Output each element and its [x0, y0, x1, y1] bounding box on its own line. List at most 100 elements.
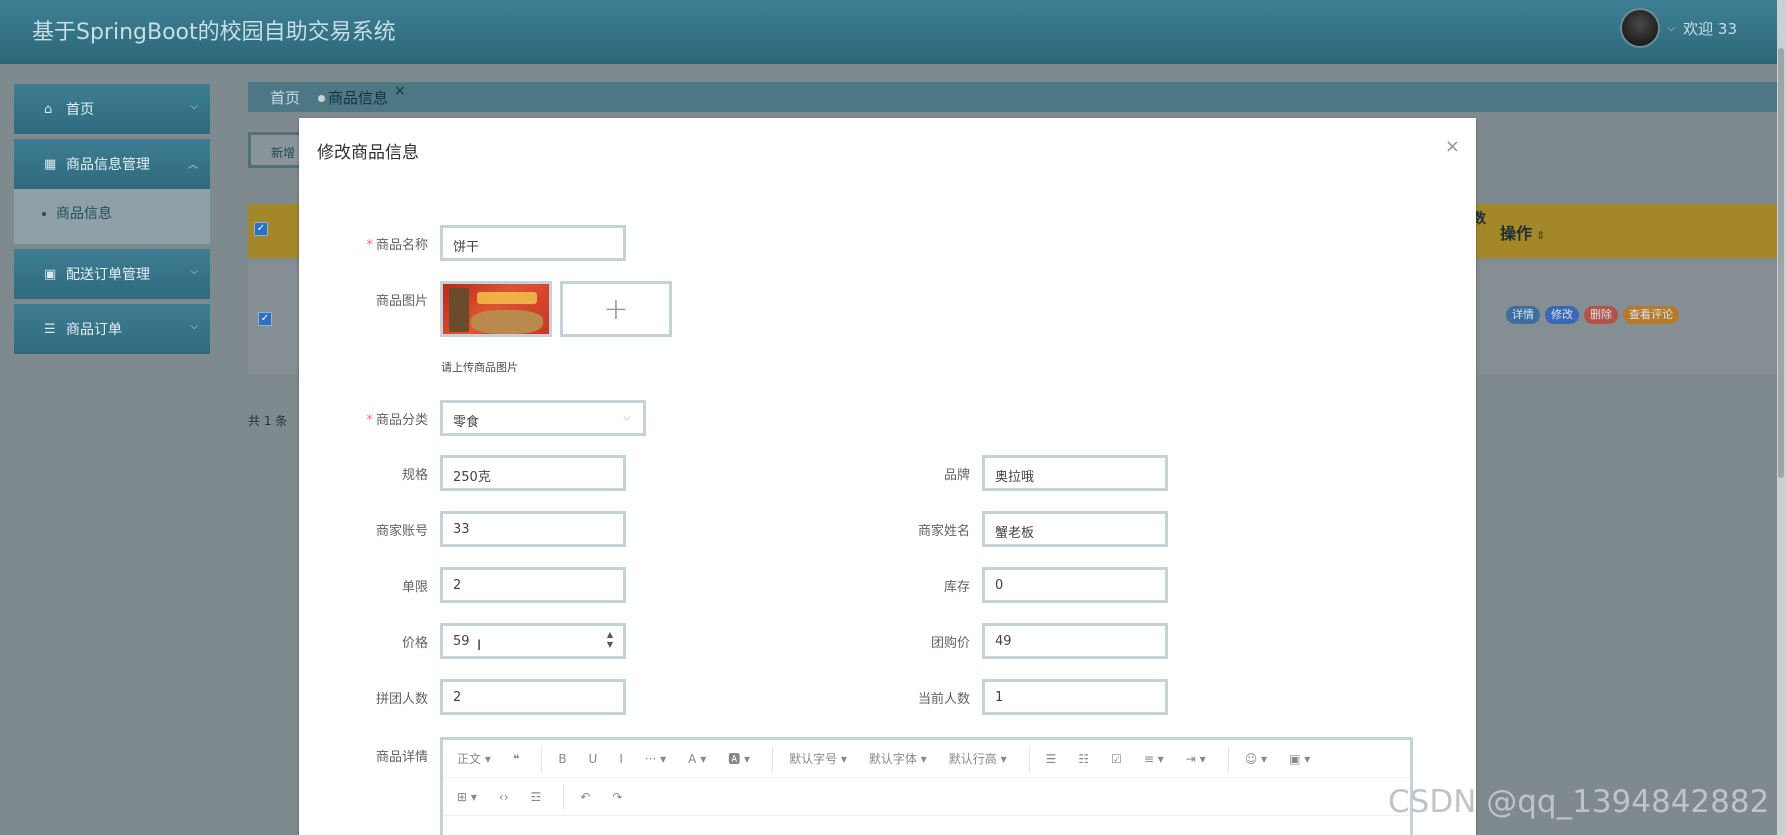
- field-stock: 库存 0: [849, 567, 1168, 603]
- chevron-down-icon: ⌵: [190, 101, 198, 112]
- category-select[interactable]: 零食 ⌵: [440, 400, 646, 436]
- watermark: CSDN @qq_1394842882: [1388, 784, 1770, 820]
- merchant-name-input[interactable]: 蟹老板: [982, 511, 1168, 547]
- chevron-down-icon[interactable]: ⌵: [1668, 23, 1676, 34]
- number-stepper[interactable]: ▲ ▼: [607, 630, 613, 650]
- quote-icon[interactable]: ❝: [513, 752, 519, 766]
- field-merchant-name: 商家姓名 蟹老板: [849, 511, 1168, 547]
- avatar[interactable]: [1619, 8, 1660, 48]
- total-count: 共 1 条: [248, 414, 288, 428]
- emoji-icon[interactable]: ☺ ▾: [1245, 752, 1267, 766]
- field-image: 商品图片 +: [307, 281, 672, 337]
- align-icon[interactable]: ≡ ▾: [1144, 752, 1164, 766]
- font-color-icon[interactable]: A ▾: [688, 752, 706, 766]
- paragraph-style-dropdown[interactable]: 正文 ▾: [457, 750, 491, 767]
- field-detail: 商品详情 正文 ▾ ❝ B U I ··· ▾ A ▾ 🅰 ▾ 默认字号 ▾ 默…: [307, 737, 1413, 835]
- italic-icon[interactable]: I: [619, 752, 623, 766]
- sidebar: ⌂ 首页 ⌵ ▦ 商品信息管理 ︿ 商品信息 ▣ 配送订单管理 ⌵ ☰ 商品订单…: [14, 84, 210, 359]
- spec-input[interactable]: 250克: [440, 455, 626, 491]
- field-spec: 规格 250克: [307, 455, 626, 491]
- text-cursor-icon: I: [477, 638, 482, 654]
- rich-text-editor[interactable]: 正文 ▾ ❝ B U I ··· ▾ A ▾ 🅰 ▾ 默认字号 ▾ 默认字体 ▾…: [440, 737, 1413, 835]
- field-group-size: 拼团人数 2: [307, 679, 626, 715]
- chevron-up-icon: ︿: [188, 160, 198, 171]
- chevron-down-icon: ⌵: [190, 321, 198, 332]
- more-icon[interactable]: ··· ▾: [645, 752, 666, 766]
- sidebar-item-label: 首页: [66, 102, 94, 118]
- merchant-account-input[interactable]: 33: [440, 511, 626, 547]
- group-size-input[interactable]: 2: [440, 679, 626, 715]
- column-header-actions: 操作 ⇕: [1500, 224, 1546, 243]
- field-current-count: 当前人数 1: [849, 679, 1168, 715]
- detail-button[interactable]: 详情: [1506, 306, 1540, 324]
- sidebar-item-label: 商品订单: [66, 322, 122, 338]
- delete-button[interactable]: 删除: [1584, 306, 1618, 324]
- brand-input[interactable]: 奥拉哦: [982, 455, 1168, 491]
- page-scrollbar[interactable]: [1777, 0, 1785, 835]
- current-count-input[interactable]: 1: [982, 679, 1168, 715]
- font-family-dropdown[interactable]: 默认字体 ▾: [869, 750, 927, 767]
- limit-input[interactable]: 2: [440, 567, 626, 603]
- tabs-bar: 首页 商品信息 ×: [248, 82, 1778, 112]
- app-header: 基于SpringBoot的校园自助交易系统 ⌵ 欢迎 33: [0, 0, 1785, 64]
- select-all-checkbox[interactable]: ✓: [254, 222, 268, 236]
- briefcase-icon: ▣: [44, 266, 57, 282]
- user-menu[interactable]: ⌵ 欢迎 33: [1619, 8, 1737, 48]
- edit-button[interactable]: 修改: [1545, 306, 1579, 324]
- price-input[interactable]: 59 I ▲ ▼: [440, 623, 626, 659]
- dialog-title: 修改商品信息: [317, 143, 419, 163]
- background-color-icon[interactable]: 🅰 ▾: [728, 750, 750, 767]
- editor-toolbar-row-1: 正文 ▾ ❝ B U I ··· ▾ A ▾ 🅰 ▾ 默认字号 ▾ 默认字体 ▾…: [443, 740, 1410, 778]
- redo-icon[interactable]: ↷: [612, 790, 622, 804]
- sort-icon[interactable]: ⇕: [1536, 229, 1545, 242]
- close-icon[interactable]: ×: [394, 83, 406, 99]
- sidebar-subitem-goods-info[interactable]: 商品信息: [42, 203, 210, 223]
- field-category: * 商品分类 零食 ⌵: [307, 400, 646, 436]
- sidebar-item-goods-management[interactable]: ▦ 商品信息管理 ︿: [14, 139, 210, 189]
- sidebar-item-label: 配送订单管理: [66, 267, 150, 283]
- submenu: 商品信息: [14, 189, 210, 244]
- field-brand: 品牌 奥拉哦: [849, 455, 1168, 491]
- group-price-input[interactable]: 49: [982, 623, 1168, 659]
- chevron-down-icon: ⌵: [623, 412, 631, 423]
- scrollbar-thumb[interactable]: [1778, 48, 1784, 478]
- underline-icon[interactable]: U: [589, 752, 598, 766]
- font-size-dropdown[interactable]: 默认字号 ▾: [789, 750, 847, 767]
- tab-home[interactable]: 首页: [270, 87, 300, 108]
- code-icon[interactable]: ‹›: [499, 790, 509, 804]
- bulleted-list-icon[interactable]: ☰: [1046, 752, 1057, 766]
- goods-image-thumbnail[interactable]: [440, 281, 552, 337]
- sidebar-item-label: 商品信息管理: [66, 157, 150, 173]
- table-icon: ▦: [44, 156, 57, 172]
- row-checkbox[interactable]: ✓: [258, 312, 272, 326]
- image-icon[interactable]: ▣ ▾: [1289, 752, 1310, 766]
- todo-icon[interactable]: ☑: [1111, 752, 1122, 766]
- field-limit: 单限 2: [307, 567, 626, 603]
- indent-icon[interactable]: ⇥ ▾: [1186, 752, 1206, 766]
- field-group-price: 团购价 49: [849, 623, 1168, 659]
- line-height-dropdown[interactable]: 默认行高 ▾: [949, 750, 1007, 767]
- welcome-text: 欢迎 33: [1683, 19, 1737, 38]
- field-price: 价格 59 I ▲ ▼: [307, 623, 626, 659]
- app-title: 基于SpringBoot的校园自助交易系统: [32, 20, 396, 45]
- view-comments-button[interactable]: 查看评论: [1623, 306, 1679, 324]
- server-icon: ☰: [44, 321, 56, 337]
- home-icon: ⌂: [44, 101, 53, 117]
- close-icon[interactable]: ×: [1445, 136, 1460, 157]
- field-merchant-account: 商家账号 33: [307, 511, 626, 547]
- numbered-list-icon[interactable]: ☷: [1078, 752, 1089, 766]
- upload-hint: 请上传商品图片: [441, 361, 518, 374]
- table-icon[interactable]: ⊞ ▾: [457, 790, 477, 804]
- editor-toolbar-row-2: ⊞ ▾ ‹› ☲ ↶ ↷: [443, 778, 1410, 816]
- divider-icon[interactable]: ☲: [531, 790, 542, 804]
- sidebar-item-goods-orders[interactable]: ☰ 商品订单 ⌵: [14, 304, 210, 354]
- upload-image-button[interactable]: +: [560, 281, 672, 337]
- goods-name-input[interactable]: 饼干: [440, 225, 626, 261]
- undo-icon[interactable]: ↶: [580, 790, 590, 804]
- row-actions: 详情 修改 删除 查看评论: [1506, 306, 1679, 324]
- sidebar-item-home[interactable]: ⌂ 首页 ⌵: [14, 84, 210, 134]
- bold-icon[interactable]: B: [558, 752, 566, 766]
- tab-goods-info[interactable]: 商品信息: [318, 87, 388, 108]
- stock-input[interactable]: 0: [982, 567, 1168, 603]
- sidebar-item-delivery-orders[interactable]: ▣ 配送订单管理 ⌵: [14, 249, 210, 299]
